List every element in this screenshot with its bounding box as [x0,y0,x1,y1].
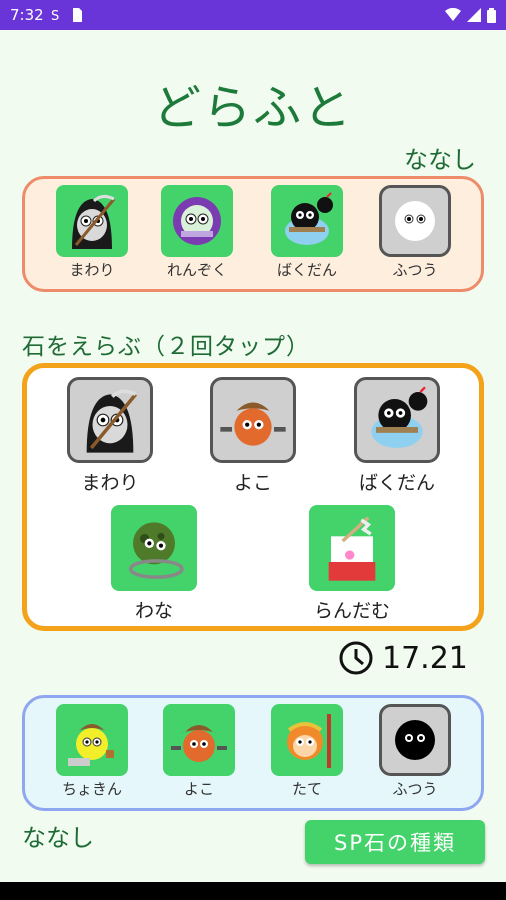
opponent-stone-futsuu[interactable]: ふつう [379,185,451,280]
stone-label: ふつう [392,261,438,279]
battery-icon [487,7,496,23]
select-stone-title: 石をえらぶ（２回タップ） [22,334,310,360]
status-time: 7:32 [10,6,44,24]
player-stone-tate[interactable]: たて [271,704,343,799]
cowboy-icon [163,704,235,776]
reaper-icon [67,377,153,463]
sp-stone-types-button[interactable]: SP石の種類 [305,820,485,864]
svg-text:S: S [51,9,59,23]
timer-value: 17.21 [382,640,468,676]
player-stone-chokin[interactable]: ちょきん [56,704,128,799]
status-bar: 7:32 S [0,0,506,30]
plain-black-icon [379,704,451,776]
bomb-icon [354,377,440,463]
savings-icon [56,704,128,776]
stone-label: ばくだん [276,261,337,279]
stone-label: まわり [69,261,115,279]
sd-card-icon [72,8,82,22]
sim-icon: S [51,9,59,23]
stone-label: ちょきん [61,780,122,798]
monkey-icon [271,704,343,776]
app-title: どらふと [152,80,353,136]
stone-label: まわり [81,472,139,494]
plain-white-icon [379,185,451,257]
stone-label: ふつう [392,780,438,798]
select-stone-mawari[interactable]: まわり [67,377,153,495]
bomb-icon [271,185,343,257]
opponent-stone-renzoku[interactable]: れんぞく [161,185,233,280]
opponent-stone-mawari[interactable]: まわり [56,185,128,280]
cowboy-icon [210,377,296,463]
opponent-name: ななし [404,146,476,174]
select-stone-random[interactable]: らんだむ [309,505,395,623]
reaper-icon [56,185,128,257]
player-stone-futsuu[interactable]: ふつう [379,704,451,799]
navigation-bar [0,882,506,900]
stone-label: らんだむ [313,600,390,622]
turn-timer: 17.21 [338,640,468,676]
opponent-stone-bakudan[interactable]: ばくだん [271,185,343,280]
stone-label: たて [291,780,322,798]
chain-icon [161,185,233,257]
select-stone-wana[interactable]: わな [111,505,197,623]
select-stone-yoko[interactable]: よこ [210,377,296,495]
trap-icon [111,505,197,591]
shrine-maiden-icon [309,505,395,591]
select-stone-bakudan[interactable]: ばくだん [354,377,440,495]
stone-label: わな [134,600,173,622]
stone-label: れんぞく [166,261,227,279]
stone-label: よこ [183,780,214,798]
stone-label: よこ [233,472,272,494]
stone-label: ばくだん [358,472,435,494]
wifi-icon [445,8,461,21]
player-name: ななし [22,824,94,852]
clock-icon [339,641,373,675]
player-stone-yoko[interactable]: よこ [163,704,235,799]
signal-icon [467,8,481,22]
